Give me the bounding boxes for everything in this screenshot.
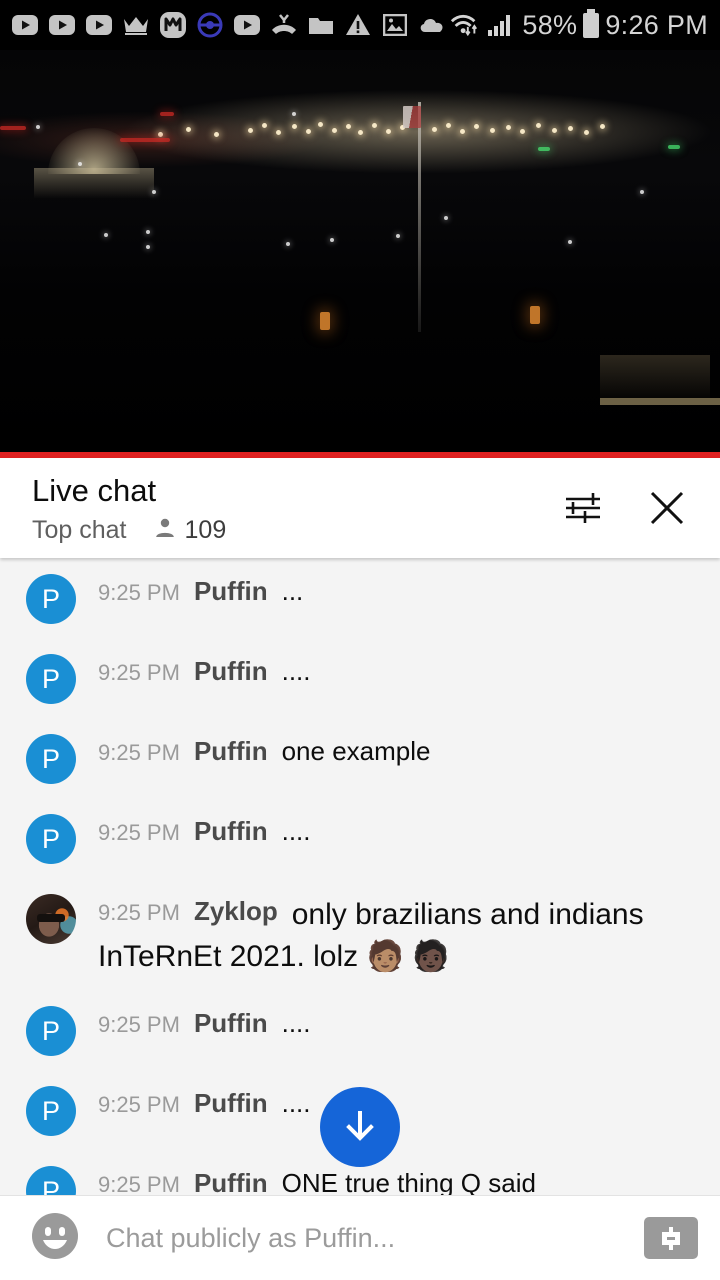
message-body: 9:25 PM Puffin one example — [98, 732, 702, 772]
page-title: Live chat — [32, 472, 157, 508]
list-item[interactable]: P 9:25 PM Puffin.... — [0, 990, 720, 1070]
message-author[interactable]: Puffin — [194, 576, 268, 606]
battery-percent: 58% — [522, 9, 578, 40]
list-item[interactable]: P 9:25 PM Puffin... — [0, 558, 720, 638]
status-bar-clock: 9:26 PM — [605, 9, 708, 40]
message-text: ... — [281, 576, 304, 606]
image-icon — [380, 10, 410, 40]
live-chat-header-actions — [560, 485, 698, 531]
message-body: 9:25 PM Puffin ONE true thing Q said — [98, 1164, 702, 1195]
message-body: 9:25 PM Puffin.... — [98, 812, 702, 852]
message-text: .... — [281, 656, 311, 686]
tune-icon[interactable] — [560, 485, 606, 531]
video-frame-amber-light-2 — [530, 306, 540, 324]
message-author[interactable]: Puffin — [194, 736, 268, 766]
message-timestamp: 9:25 PM — [98, 1012, 180, 1037]
message-body: 9:25 PM Puffin.... — [98, 1084, 702, 1124]
youtube-live-chat-screen: 58% 9:26 PM Live chat Top chat 109 P 9:2… — [0, 0, 720, 1280]
message-timestamp: 9:25 PM — [98, 1172, 180, 1195]
list-item[interactable]: P 9:25 PM Puffin.... — [0, 798, 720, 878]
message-timestamp: 9:25 PM — [98, 660, 180, 685]
video-frame-red-light-1 — [120, 138, 170, 142]
status-bar-notification-icons — [10, 10, 450, 40]
close-icon[interactable] — [644, 485, 690, 531]
live-chat-header: Live chat Top chat 109 — [0, 458, 720, 558]
video-frame-flagpole — [418, 102, 421, 332]
video-frame-red-light-3 — [0, 126, 26, 130]
viewer-count-group: 109 — [153, 515, 227, 545]
message-text: .... — [281, 1088, 311, 1118]
monzo-m-icon — [158, 10, 188, 40]
list-item[interactable]: P 9:25 PM Puffin.... — [0, 638, 720, 718]
message-body: 9:25 PM Puffin.... — [98, 1004, 702, 1044]
live-chat-titles: Live chat Top chat 109 — [32, 472, 560, 545]
message-timestamp: 9:25 PM — [98, 740, 180, 765]
message-author[interactable]: Zyklop — [194, 896, 278, 926]
emoji-smiley-icon[interactable] — [30, 1211, 80, 1266]
message-timestamp: 9:25 PM — [98, 820, 180, 845]
person-icon — [153, 516, 177, 545]
dollar-icon[interactable] — [644, 1217, 698, 1259]
status-bar: 58% 9:26 PM — [0, 0, 720, 50]
message-author[interactable]: Puffin — [194, 1088, 268, 1118]
avatar[interactable]: P — [26, 1166, 76, 1195]
crown-icon — [121, 10, 151, 40]
status-bar-system-icons: 58% 9:26 PM — [450, 9, 708, 41]
video-frame-building — [600, 355, 720, 405]
list-item[interactable]: P 9:25 PM Puffin one example — [0, 718, 720, 798]
avatar[interactable]: P — [26, 654, 76, 704]
missed-call-icon — [269, 10, 299, 40]
list-item[interactable]: 9:25 PM Zyklop only brazilians and indians… — [0, 878, 720, 990]
live-chat-subheader: Top chat 109 — [32, 516, 560, 545]
video-frame-flag — [403, 106, 421, 128]
battery-icon — [583, 9, 600, 38]
avatar[interactable] — [26, 894, 76, 944]
video-frame-amber-light-1 — [320, 312, 330, 330]
cell-signal-icon — [486, 10, 516, 40]
video-frame-green-light-2 — [668, 145, 680, 149]
message-text: .... — [281, 816, 311, 846]
avatar[interactable]: P — [26, 574, 76, 624]
message-text: ONE true thing Q said — [281, 1168, 536, 1195]
avatar[interactable]: P — [26, 1086, 76, 1136]
message-body: 9:25 PM Puffin.... — [98, 652, 702, 692]
youtube-icon-1 — [10, 10, 40, 40]
message-timestamp: 9:25 PM — [98, 900, 180, 925]
search-input[interactable] — [80, 1222, 644, 1254]
video-frame-city-lights — [0, 120, 720, 146]
avatar[interactable]: P — [26, 814, 76, 864]
youtube-icon-2 — [47, 10, 77, 40]
message-text: .... — [281, 1008, 311, 1038]
message-body: 9:25 PM Puffin... — [98, 572, 702, 612]
chat-mode-label[interactable]: Top chat — [32, 516, 127, 545]
message-timestamp: 9:25 PM — [98, 580, 180, 605]
youtube-icon-4 — [232, 10, 262, 40]
pokeball-icon — [195, 10, 225, 40]
message-body: 9:25 PM Zyklop only brazilians and indians… — [98, 892, 702, 976]
viewer-count: 109 — [184, 515, 227, 544]
live-video-player[interactable] — [0, 50, 720, 458]
message-timestamp: 9:25 PM — [98, 1092, 180, 1117]
video-frame-red-light-2 — [160, 112, 174, 116]
avatar[interactable]: P — [26, 734, 76, 784]
message-author[interactable]: Puffin — [194, 1168, 268, 1195]
scroll-to-bottom-button[interactable] — [320, 1087, 400, 1167]
wifi-transfer-icon — [450, 10, 480, 40]
youtube-icon-3 — [84, 10, 114, 40]
avatar[interactable]: P — [26, 1006, 76, 1056]
message-author[interactable]: Puffin — [194, 656, 268, 686]
message-author[interactable]: Puffin — [194, 1008, 268, 1038]
message-text: one example — [281, 736, 431, 766]
video-frame-green-light-1 — [538, 147, 550, 151]
arrow-down-icon — [336, 1101, 384, 1154]
warning-icon — [343, 10, 373, 40]
cloud-icon — [417, 10, 447, 40]
folder-icon — [306, 10, 336, 40]
chat-composer — [0, 1195, 720, 1280]
message-author[interactable]: Puffin — [194, 816, 268, 846]
